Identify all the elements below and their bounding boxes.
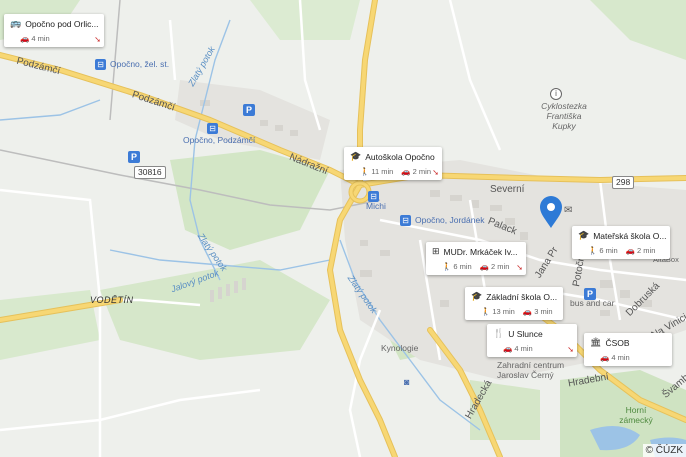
camera-icon: ◙ (404, 377, 410, 387)
walk-time: 6 min (453, 262, 472, 271)
direction-arrow-icon: ➘ (516, 263, 523, 272)
car-time: 2 min (412, 167, 431, 176)
poi-card-title: U Slunce (508, 328, 543, 339)
parking-icon[interactable]: P (128, 151, 140, 163)
car-icon: 🚗 (503, 344, 513, 353)
bus-stop-icon[interactable]: ⊟ (95, 59, 106, 70)
road-label-severni: Severní (490, 184, 525, 195)
medical-icon: ⊞ (432, 246, 440, 256)
place-label-bus-and-car: bus and car (570, 298, 615, 308)
place-label-cyklostezka: Cyklostezka Františka Kupky (541, 101, 587, 132)
walk-icon: 🚶 (588, 246, 598, 255)
poi-card-title: Základní škola O... (486, 291, 558, 302)
walk-icon: 🚶 (442, 262, 452, 271)
road-shield-30816: 30816 (134, 166, 166, 180)
poi-card-opocno-pod-orlici[interactable]: 🚌 Opočno pod Orlic... 🚗 4 min ➘ (4, 14, 104, 47)
info-icon: i (550, 88, 562, 100)
school-icon: 🎓 (350, 151, 362, 161)
direction-arrow-icon: ➘ (432, 168, 439, 177)
car-time: 2 min (637, 246, 656, 255)
walk-icon: 🚶 (360, 167, 370, 176)
car-icon: 🚗 (522, 307, 533, 316)
direction-arrow-icon: ➘ (567, 345, 574, 354)
car-icon: 🚗 (600, 353, 610, 362)
poi-card-materska-skola[interactable]: 🎓 Mateřská škola O... 🚶 6 min 🚗 2 min (572, 226, 670, 259)
place-label-horni-zamecky: Horní zámecký (619, 405, 653, 426)
stop-label-opocno-zel-st: Opočno, žel. st. (110, 59, 170, 69)
car-time: 4 min (611, 353, 630, 362)
car-time: 4 min (31, 34, 50, 43)
parking-icon[interactable]: P (243, 104, 255, 116)
bank-icon: 🏛 (590, 337, 602, 347)
school-icon: 🎓 (471, 291, 483, 301)
walk-time: 6 min (599, 246, 618, 255)
walk-time: 13 min (492, 307, 515, 316)
car-time: 3 min (534, 307, 553, 316)
bus-stop-icon[interactable]: ⊟ (400, 215, 411, 226)
poi-card-autoskola[interactable]: 🎓 Autoškola Opočno 🚶 11 min 🚗 2 min ➘ (344, 147, 442, 180)
stop-label-opocno-podzamci: Opočno, Podzámčí (183, 135, 256, 145)
direction-arrow-icon: ➘ (94, 35, 101, 44)
stop-label-opocno-jordanek: Opočno, Jordánek (415, 215, 485, 225)
poi-card-title: MUDr. Mrkáček Iv... (443, 246, 518, 257)
restaurant-icon: 🍴 (493, 328, 505, 338)
poi-card-title: ČSOB (605, 337, 630, 348)
poi-card-title: Autoškola Opočno (365, 151, 435, 162)
poi-card-mudr[interactable]: ⊞ MUDr. Mrkáček Iv... 🚶 6 min 🚗 2 min ➘ (426, 242, 526, 275)
walk-icon: 🚶 (481, 307, 491, 316)
poi-card-csob[interactable]: 🏛 ČSOB 🚗 4 min (584, 333, 672, 366)
road-shield-298: 298 (612, 176, 635, 190)
poi-card-title: Opočno pod Orlic... (25, 18, 99, 29)
bus-icon: 🚌 (10, 18, 22, 28)
poi-card-zakladni-skola[interactable]: 🎓 Základní škola O... 🚶 13 min 🚗 3 min (465, 287, 563, 320)
walk-time: 11 min (371, 167, 394, 176)
poi-card-title: Mateřská škola O... (593, 230, 667, 241)
car-icon: 🚗 (401, 167, 411, 176)
car-icon: 🚗 (479, 262, 490, 271)
mail-icon: ✉ (564, 205, 573, 216)
car-time: 4 min (514, 344, 533, 353)
bus-stop-icon[interactable]: ⊟ (207, 123, 218, 134)
place-label-michi: Michi (366, 201, 386, 211)
bus-stop-icon[interactable]: ⊟ (368, 191, 379, 202)
place-label-vodetin: VODĚTÍN (90, 295, 134, 305)
school-icon: 🎓 (578, 230, 590, 240)
car-icon: 🚗 (20, 34, 30, 43)
car-time: 2 min (491, 262, 510, 271)
place-label-kynologie: Kynologie (381, 343, 419, 353)
place-label-zahradni-centrum: Zahradní centrum Jaroslav Černý (497, 360, 565, 381)
parking-icon[interactable]: P (584, 288, 596, 300)
poi-card-u-slunce[interactable]: 🍴 U Slunce 🚗 4 min ➘ (487, 324, 577, 357)
car-icon: 🚗 (625, 246, 636, 255)
map-copyright[interactable]: © ČÚZK (642, 444, 686, 457)
